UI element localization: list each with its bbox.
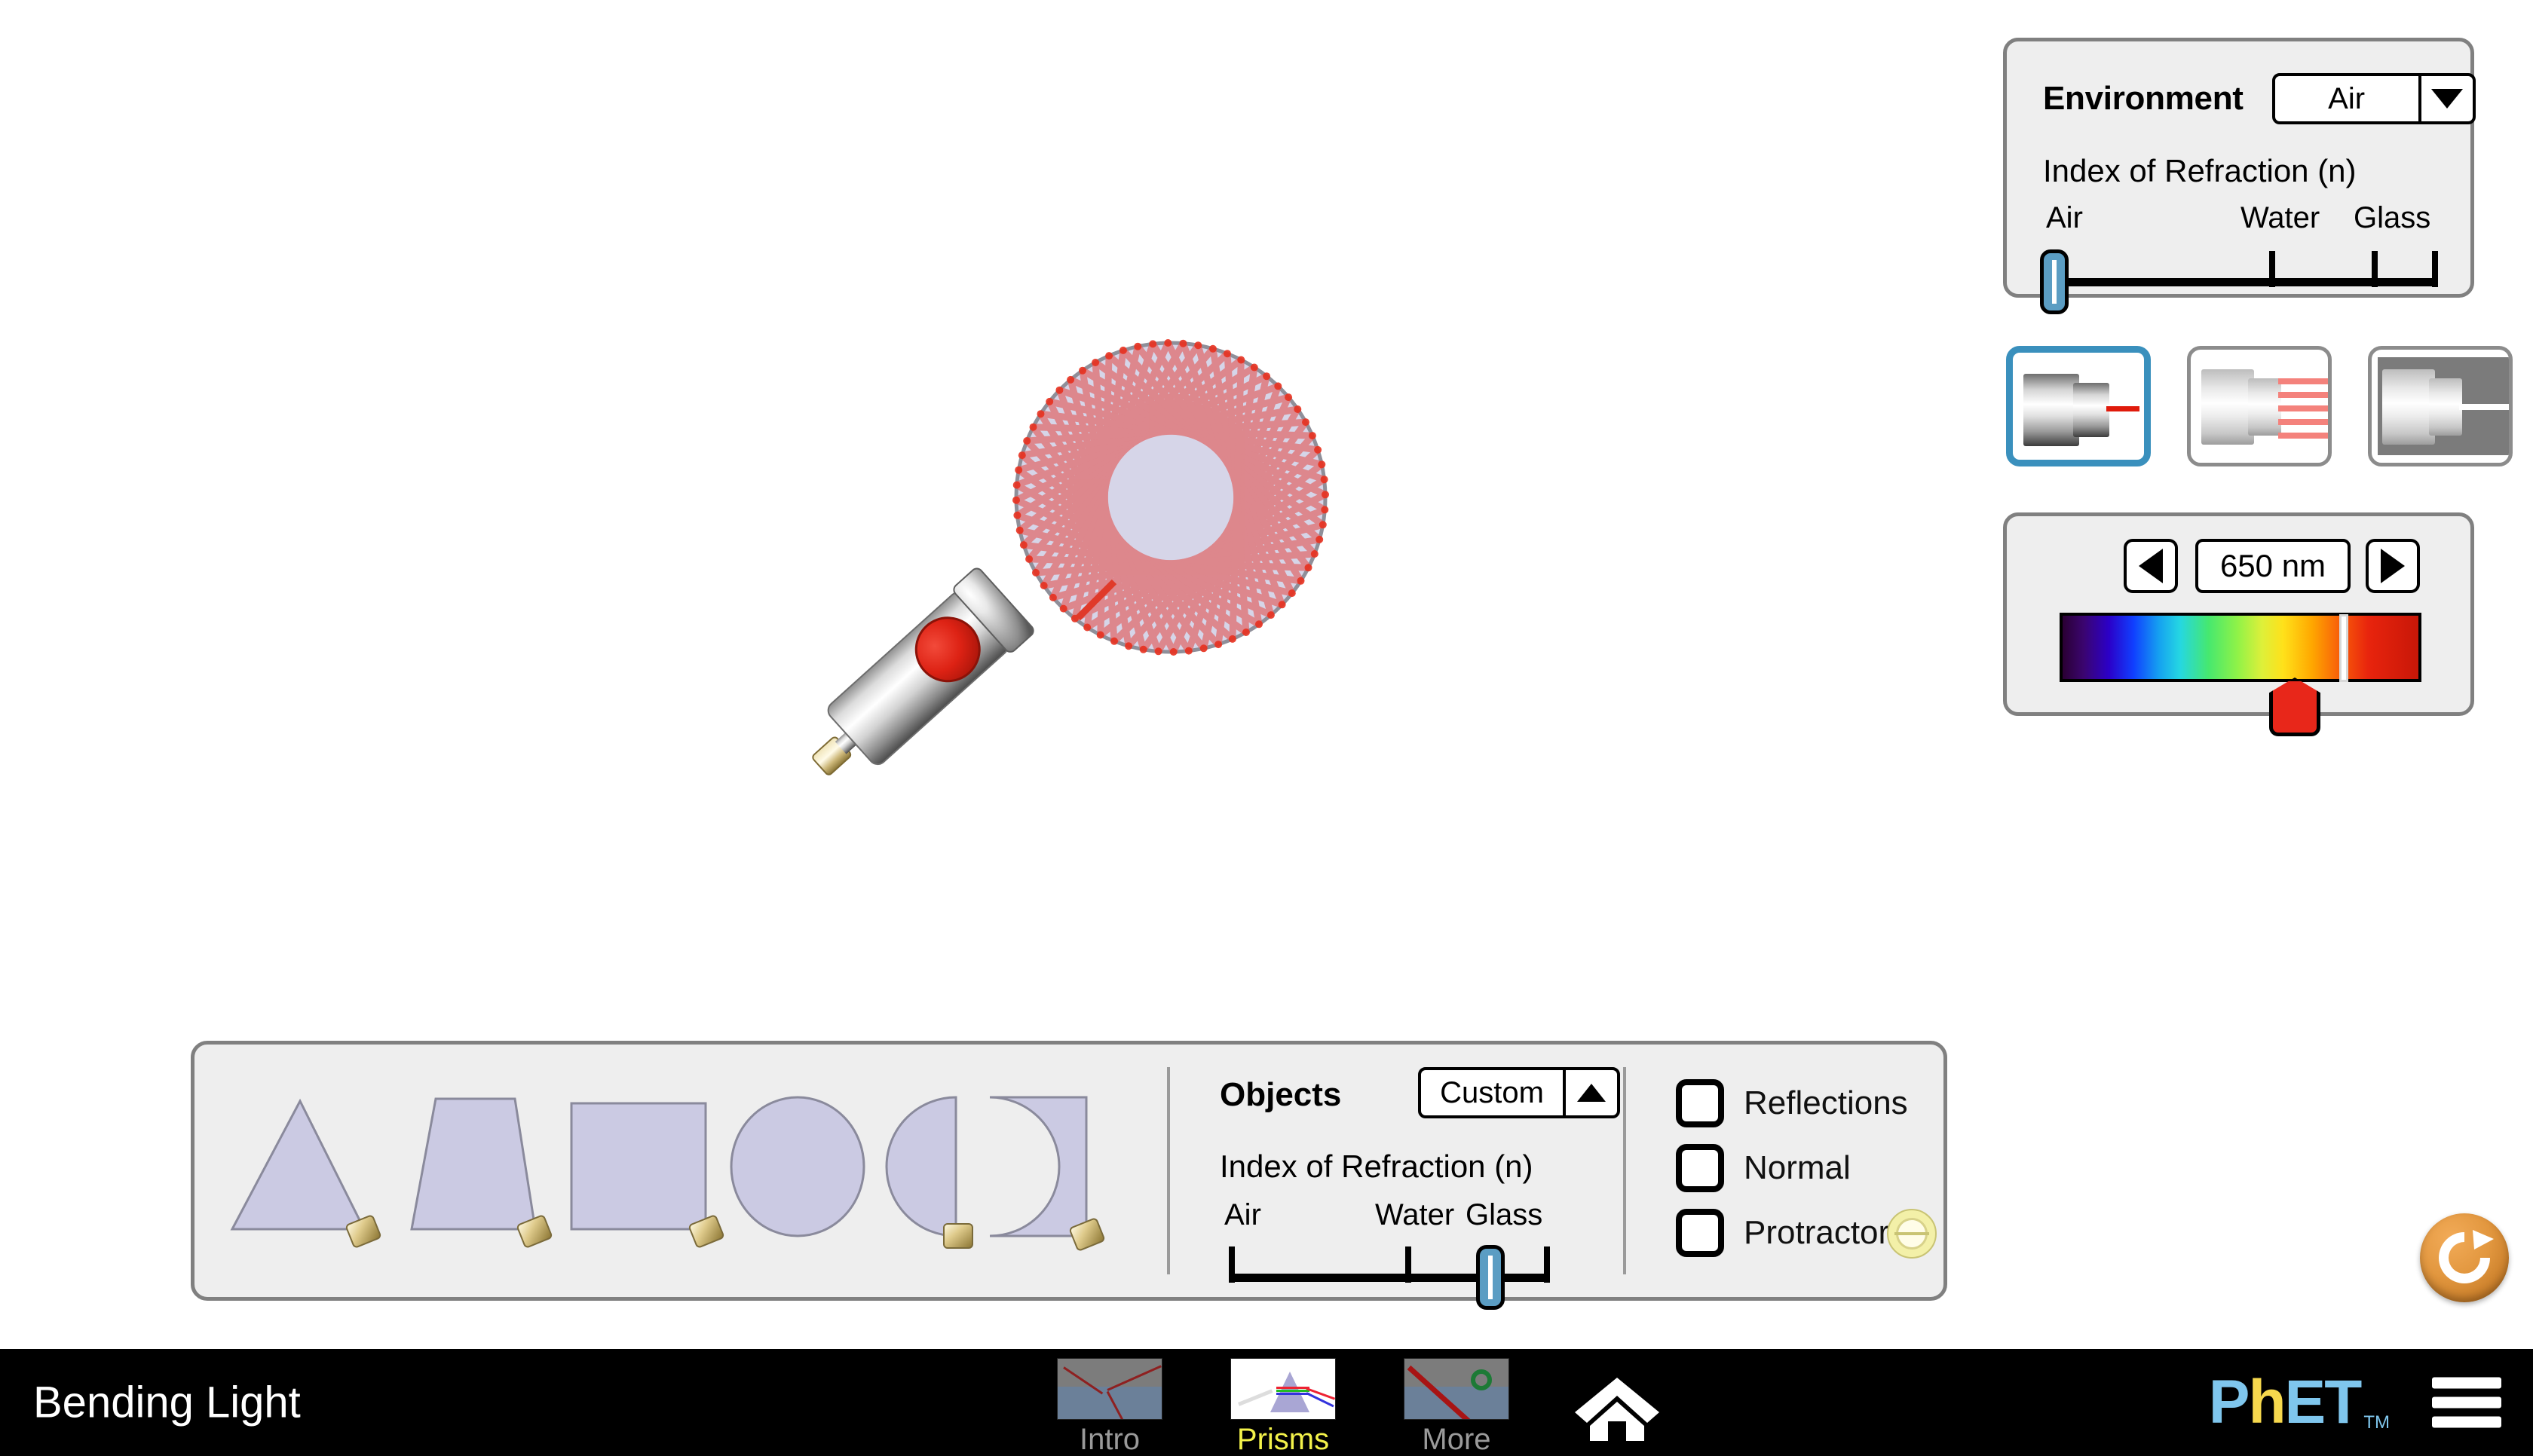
environment-title: Environment — [2043, 80, 2244, 117]
reset-circular-arrow-icon — [2439, 1230, 2494, 1283]
phet-logo-h: h — [2248, 1368, 2286, 1436]
tab-intro[interactable]: Intro — [1042, 1358, 1178, 1456]
environment-panel: Environment Air Index of Refraction (n) … — [2003, 38, 2476, 314]
wavelength-decrement-button[interactable] — [2124, 539, 2178, 593]
obj-slider-thumb[interactable] — [1476, 1245, 1505, 1310]
phet-logo[interactable]: P h ET TM — [2209, 1367, 2390, 1438]
prism-shape-triangle — [230, 1098, 381, 1248]
env-slider-thumb[interactable] — [2040, 249, 2069, 314]
prism-tray[interactable] — [194, 1045, 1167, 1297]
env-tick-glass — [2372, 251, 2378, 287]
objects-ior-label: Index of Refraction (n) — [1220, 1149, 1533, 1184]
home-icon — [1575, 1378, 1659, 1441]
normal-label: Normal — [1744, 1149, 1851, 1186]
laser-mode-multiple-rays-button[interactable] — [2187, 346, 2332, 466]
reflections-checkbox[interactable] — [1676, 1079, 1724, 1127]
env-tick-label-water: Water — [2240, 201, 2320, 234]
simulation-canvas[interactable] — [0, 0, 1960, 1025]
wavelength-slider-handle[interactable] — [2269, 678, 2320, 736]
reset-all-button[interactable] — [2420, 1213, 2509, 1302]
tab-more-tools[interactable]: More Tools — [1389, 1358, 1524, 1456]
obj-tick-label-air: Air — [1224, 1198, 1261, 1231]
normal-checkbox[interactable] — [1676, 1144, 1724, 1192]
prism-toolbox-panel: Objects Custom Index of Refraction (n) A… — [191, 1041, 1947, 1310]
laser-mode-white-light-button[interactable] — [2368, 346, 2513, 466]
obj-tick-air — [1229, 1246, 1235, 1283]
environment-ior-label: Index of Refraction (n) — [2043, 153, 2357, 188]
prism-shape-concave-lens — [989, 1096, 1105, 1251]
laser-pointer[interactable] — [791, 566, 1036, 799]
tab-intro-thumbnail — [1057, 1358, 1162, 1420]
objects-type-value: Custom — [1440, 1075, 1544, 1109]
env-tick-label-glass: Glass — [2354, 201, 2431, 234]
wavelength-cursor — [2339, 614, 2348, 682]
env-slider-track[interactable] — [2052, 278, 2438, 286]
objects-ior-slider[interactable]: Air Water Glass — [1224, 1198, 1550, 1310]
chevron-down-icon[interactable] — [2418, 76, 2473, 121]
prism-shape-semicircle — [885, 1096, 973, 1249]
wavelength-spectrum-track[interactable] — [2060, 613, 2421, 682]
prism-shape-trapezoid — [410, 1097, 553, 1248]
light-scene-svg — [791, 339, 1329, 799]
obj-tick-water — [1405, 1246, 1411, 1283]
environment-header: Environment Air — [2043, 73, 2476, 124]
objects-group: Objects Custom Index of Refraction (n) A… — [1197, 1045, 1620, 1310]
tab-more-tools-thumbnail — [1404, 1358, 1509, 1420]
env-tick-label-air: Air — [2046, 201, 2083, 234]
protractor-checkbox[interactable] — [1676, 1209, 1724, 1257]
wavelength-panel: 650 nm — [2003, 512, 2474, 736]
phet-logo-et: ET — [2284, 1368, 2363, 1436]
hamburger-menu-icon[interactable] — [2432, 1369, 2501, 1436]
prism-tray-svg — [230, 1096, 1105, 1251]
obj-tick-label-glass: Glass — [1466, 1198, 1543, 1231]
tab-prisms-thumbnail — [1230, 1358, 1336, 1420]
laser-mode-single-ray-button[interactable] — [2006, 346, 2151, 466]
objects-title: Objects — [1220, 1076, 1342, 1113]
obj-tick-label-water: Water — [1375, 1198, 1455, 1231]
checkbox-row-protractor[interactable]: Protractor — [1676, 1209, 1889, 1257]
toolbox-divider-2 — [1623, 1067, 1626, 1274]
protractor-label: Protractor — [1744, 1214, 1890, 1251]
environment-medium-value: Air — [2328, 81, 2366, 115]
phet-logo-tm: TM — [2363, 1412, 2390, 1433]
reflections-label: Reflections — [1744, 1084, 1908, 1121]
checkbox-row-normal[interactable]: Normal — [1676, 1144, 1851, 1192]
phet-logo-p: P — [2208, 1368, 2250, 1436]
prism-shape-square — [570, 1102, 724, 1248]
toolbox-divider-1 — [1167, 1067, 1170, 1274]
environment-medium-dropdown[interactable]: Air — [2271, 73, 2476, 124]
tab-more-tools-label: More Tools — [1422, 1423, 1491, 1456]
environment-ior-slider[interactable]: Air Water Glass — [2040, 201, 2438, 314]
wavelength-increment-button[interactable] — [2366, 539, 2420, 593]
chevron-up-icon[interactable] — [1563, 1070, 1617, 1115]
tab-prisms[interactable]: Prisms — [1215, 1358, 1351, 1456]
app-root: Environment Air Index of Refraction (n) … — [0, 0, 2533, 1456]
obj-tick-max — [1544, 1246, 1550, 1283]
tab-intro-label: Intro — [1079, 1423, 1141, 1456]
triangle-right-icon — [2381, 549, 2405, 583]
env-tick-water — [2269, 251, 2275, 287]
wavelength-value[interactable]: 650 nm — [2195, 539, 2351, 593]
home-button[interactable] — [1572, 1375, 1662, 1442]
prism-shape-circle — [730, 1096, 865, 1237]
objects-type-dropdown[interactable]: Custom — [1418, 1067, 1620, 1118]
checkbox-row-reflections[interactable]: Reflections — [1676, 1079, 1908, 1127]
triangle-left-icon — [2139, 549, 2163, 583]
protractor-icon — [1887, 1209, 1937, 1259]
bottom-navigation-bar: Bending Light Intro Prisms More P h ET T… — [0, 1349, 2533, 1456]
tab-prisms-label: Prisms — [1236, 1423, 1330, 1456]
display-options-group: Reflections Normal Protractor — [1653, 1045, 1947, 1297]
sim-title: Bending Light — [33, 1378, 301, 1427]
env-tick-max — [2432, 251, 2438, 287]
